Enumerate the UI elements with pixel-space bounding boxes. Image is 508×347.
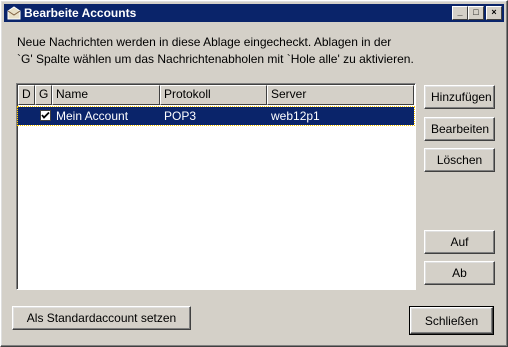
close-button[interactable]: Schließen: [409, 306, 494, 335]
window-title: Bearbeite Accounts: [24, 6, 137, 20]
accounts-table[interactable]: D G Name Protokoll Server Mein Account P…: [16, 83, 416, 290]
row-name-cell: Mein Account: [56, 109, 129, 123]
table-row[interactable]: Mein Account POP3 web12p1: [17, 106, 415, 126]
column-header-protokoll[interactable]: Protokoll: [160, 85, 267, 105]
move-up-button[interactable]: Auf: [424, 230, 495, 254]
description-text: Neue Nachrichten werden in diese Ablage …: [17, 34, 437, 68]
mail-folder-icon: [7, 6, 21, 20]
move-down-button[interactable]: Ab: [424, 261, 495, 285]
accounts-dialog: Bearbeite Accounts _ □ × Neue Nachrichte…: [0, 0, 508, 347]
column-header-g[interactable]: G: [35, 85, 52, 105]
set-default-account-button[interactable]: Als Standardaccount setzen: [12, 306, 191, 330]
title-bar[interactable]: Bearbeite Accounts _ □ ×: [4, 4, 504, 22]
checkmark-icon: [41, 111, 50, 119]
minimize-button[interactable]: _: [452, 6, 468, 20]
description-line-2: `G' Spalte wählen um das Nachrichtenabho…: [17, 52, 414, 66]
add-button[interactable]: Hinzufügen: [424, 85, 495, 109]
edit-button[interactable]: Bearbeiten: [424, 117, 495, 141]
delete-button[interactable]: Löschen: [424, 148, 495, 172]
close-window-button[interactable]: ×: [486, 6, 502, 20]
maximize-button[interactable]: □: [468, 6, 484, 20]
row-server-cell: web12p1: [271, 109, 320, 123]
row-protokoll-cell: POP3: [164, 109, 197, 123]
column-header-name[interactable]: Name: [52, 85, 160, 105]
get-all-checkbox[interactable]: [40, 110, 51, 121]
description-line-1: Neue Nachrichten werden in diese Ablage …: [17, 35, 392, 49]
column-header-server[interactable]: Server: [267, 85, 414, 105]
column-header-d[interactable]: D: [18, 85, 35, 105]
